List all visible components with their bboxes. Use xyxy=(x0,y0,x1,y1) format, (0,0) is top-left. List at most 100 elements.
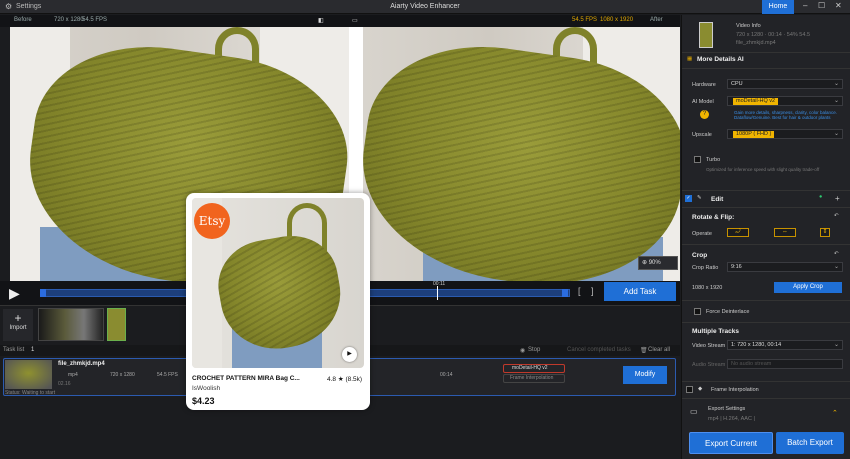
reset-icon[interactable]: ↶ xyxy=(834,251,839,257)
maximize-icon[interactable]: ☐ xyxy=(818,1,825,10)
task-resolution: 720 x 1280 xyxy=(110,372,135,378)
product-title[interactable]: CROCHET PATTERN MIRA Bag C... xyxy=(192,375,300,382)
video-stream-value: 1: 720 x 1280, 00:14 xyxy=(731,342,782,348)
video-info-details: 720 x 1280 · 00:14 · 54% 54.5 xyxy=(736,32,810,38)
more-details-heading: More Details AI xyxy=(697,56,744,63)
ai-section-icon: ▦ xyxy=(687,56,693,62)
home-button[interactable]: Home xyxy=(762,0,794,14)
audio-stream-value: No audio stream xyxy=(731,361,772,367)
before-fps: 54.5 FPS xyxy=(82,17,108,23)
flip-vertical-button[interactable]: ⇕ xyxy=(820,228,830,237)
edit-heading: Edit xyxy=(711,196,724,203)
plus-icon: + xyxy=(14,311,22,325)
chevron-up-icon[interactable]: ⌃ xyxy=(832,409,838,417)
export-current-button[interactable]: Export Current xyxy=(689,432,773,454)
audio-stream-label: Audio Stream xyxy=(692,362,726,368)
turbo-label: Turbo xyxy=(706,157,721,163)
stop-button[interactable]: Stop xyxy=(528,347,540,353)
chevron-down-icon: ⌄ xyxy=(833,264,839,270)
apply-crop-button[interactable]: Apply Crop xyxy=(774,282,842,293)
rotate-button[interactable]: ⤾ xyxy=(727,228,749,237)
task-file-name: file_zhmkjd.mp4 xyxy=(58,361,105,367)
product-rating: 4.8 ★ (8.5k) xyxy=(327,376,363,383)
status-dot-icon: ● xyxy=(819,194,823,200)
trash-icon[interactable]: 🗑 xyxy=(640,347,648,354)
chevron-down-icon: ⌄ xyxy=(833,342,839,348)
split-view-icon[interactable]: ◧ xyxy=(318,17,324,24)
product-price: $4.23 xyxy=(192,396,215,406)
multiple-tracks-heading: Multiple Tracks xyxy=(692,328,739,335)
timeline-start-marker[interactable] xyxy=(40,289,46,297)
hardware-select[interactable]: CPU ⌄ xyxy=(727,79,843,89)
operate-label: Operate xyxy=(692,231,712,237)
add-icon[interactable]: + xyxy=(835,194,840,203)
frame-interpolation-checkbox[interactable] xyxy=(686,386,693,393)
clear-all-button[interactable]: Clear all xyxy=(648,347,670,353)
media-thumbnail[interactable] xyxy=(38,308,104,341)
video-stream-select[interactable]: 1: 720 x 1280, 00:14 ⌄ xyxy=(727,340,843,350)
task-list-label: Task list xyxy=(3,347,25,353)
task-thumbnail xyxy=(5,360,52,389)
task-format: mp4 xyxy=(68,372,78,378)
rotate-flip-heading: Rotate & Flip: xyxy=(692,214,735,221)
cancel-completed-button[interactable]: Cancel completed tasks xyxy=(567,347,631,353)
ai-model-value: moDetail-HQ v2 xyxy=(733,98,779,105)
play-icon[interactable]: ▶ xyxy=(9,285,20,302)
crop-ratio-value: 9:16 xyxy=(731,264,742,270)
after-resolution: 1080 x 1920 xyxy=(600,17,634,23)
single-view-icon[interactable]: ▭ xyxy=(352,17,358,24)
chevron-down-icon: ⌄ xyxy=(833,81,839,87)
modify-button[interactable]: Modify xyxy=(623,366,667,384)
shop-name[interactable]: IsWoolish xyxy=(192,385,220,392)
ai-model-select[interactable]: moDetail-HQ v2 ⌄ xyxy=(727,96,843,106)
turbo-checkbox[interactable] xyxy=(694,156,701,163)
zoom-control[interactable]: ⊕ 90% xyxy=(638,256,678,270)
hardware-label: Hardware xyxy=(692,82,716,88)
stop-icon[interactable]: ◉ xyxy=(520,347,525,354)
playhead[interactable] xyxy=(437,286,438,300)
title-bar: ⚙ Settings Aiarty Video Enhancer Home – … xyxy=(0,0,850,14)
video-info-file: file_zhmkjd.mp4 xyxy=(736,40,776,46)
reset-icon[interactable]: ↶ xyxy=(834,213,839,219)
monitor-icon: ▭ xyxy=(690,407,698,416)
chevron-down-icon: ⌄ xyxy=(833,98,839,104)
minimize-icon[interactable]: – xyxy=(803,1,807,10)
zoom-value: 90% xyxy=(648,260,661,266)
export-settings-detail: mp4 | H.264, AAC | xyxy=(708,416,755,422)
help-icon[interactable]: ? xyxy=(700,110,709,119)
batch-export-button[interactable]: Batch Export xyxy=(776,432,844,454)
audio-stream-select[interactable]: No audio stream xyxy=(727,359,843,369)
task-status: Status: Waiting to start xyxy=(5,390,56,396)
play-icon[interactable]: ▶ xyxy=(342,347,357,362)
after-frame xyxy=(348,27,680,281)
before-label: Before xyxy=(14,17,32,23)
set-in-icon[interactable]: [ xyxy=(578,286,581,296)
before-resolution: 720 x 1280 xyxy=(54,17,84,23)
etsy-logo: Etsy xyxy=(194,203,230,239)
crop-ratio-select[interactable]: 9:16 ⌄ xyxy=(727,262,843,272)
upscale-select[interactable]: 1080P ( FHD ) ⌄ xyxy=(727,129,843,139)
chevron-down-icon: ⌄ xyxy=(833,131,839,137)
force-deinterlace-label: Force Deinterlace xyxy=(706,309,750,315)
media-thumbnail-selected[interactable] xyxy=(107,308,126,341)
after-fps: 54.5 FPS xyxy=(572,17,598,23)
import-label: Import xyxy=(9,325,27,331)
upscale-value: 1080P ( FHD ) xyxy=(733,131,775,138)
edit-icon: ✎ xyxy=(697,195,702,201)
export-settings-label: Export Settings xyxy=(708,406,746,412)
frame-interpolation-label: Frame Interpolation xyxy=(711,387,759,393)
flip-horizontal-button[interactable]: ⇔ xyxy=(774,228,796,237)
close-icon[interactable]: ✕ xyxy=(835,1,842,10)
task-interpolation[interactable]: Frame Interpolation xyxy=(503,374,565,383)
import-button[interactable]: + Import xyxy=(3,309,33,341)
add-task-button[interactable]: Add Task xyxy=(604,282,676,301)
set-out-icon[interactable]: ] xyxy=(591,286,594,296)
video-info-thumbnail xyxy=(699,22,713,48)
task-model[interactable]: moDetail-HQ v2 xyxy=(503,364,565,373)
force-deinterlace-checkbox[interactable] xyxy=(694,308,701,315)
edit-checkbox[interactable]: ✓ xyxy=(685,195,692,202)
app-title: Aiarty Video Enhancer xyxy=(390,3,460,10)
turbo-description: Optimized for inference speed with sligh… xyxy=(706,167,820,172)
upscale-label: Upscale xyxy=(692,132,712,138)
timeline-end-marker[interactable] xyxy=(562,289,568,297)
